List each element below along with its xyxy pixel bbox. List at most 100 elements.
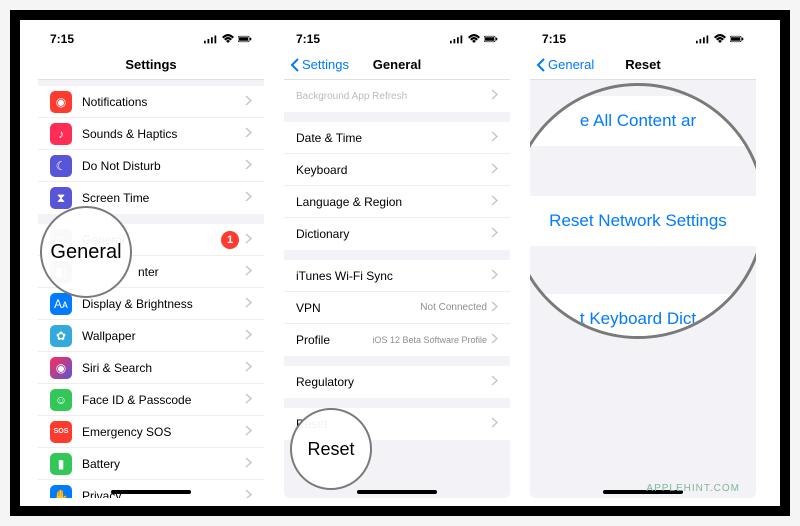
row-dictionary[interactable]: Dictionary <box>284 218 510 250</box>
row-profile-detail: iOS 12 Beta Software Profile <box>372 335 487 345</box>
row-sounds-haptics[interactable]: ♪ Sounds & Haptics <box>38 118 264 150</box>
chevron-right-icon <box>245 159 252 173</box>
chevron-right-icon <box>491 375 498 389</box>
signal-icon <box>450 34 464 44</box>
hand-icon: ✋ <box>50 485 72 498</box>
navbar-title: Settings <box>125 57 176 72</box>
phone-general: 7:15 Settings General Background App Ref… <box>284 28 510 498</box>
general-group-top: Background App Refresh <box>284 80 510 112</box>
chevron-right-icon <box>491 301 498 315</box>
option-reset-keyboard-dict[interactable]: t Keyboard Dict <box>530 294 756 339</box>
display-icon: Aᴀ <box>50 293 72 315</box>
row-control-center[interactable]: ◧ nter <box>38 256 264 288</box>
battery-icon <box>238 34 252 44</box>
row-vpn[interactable]: VPN Not Connected <box>284 292 510 324</box>
row-notifications[interactable]: ◉ Notifications <box>38 86 264 118</box>
home-indicator[interactable] <box>357 490 437 494</box>
signal-icon <box>696 34 710 44</box>
gear-icon: ⚙ <box>50 229 72 251</box>
chevron-left-icon <box>290 58 300 72</box>
back-button[interactable]: Settings <box>290 50 349 79</box>
status-bar: 7:15 <box>530 28 756 50</box>
status-time: 7:15 <box>50 32 74 46</box>
faceid-icon: ☺ <box>50 389 72 411</box>
wifi-icon <box>713 34 727 44</box>
option-erase-all-content[interactable]: e All Content ar <box>530 96 756 146</box>
status-right <box>450 34 498 44</box>
wifi-icon <box>221 34 235 44</box>
chevron-right-icon <box>245 233 252 247</box>
chevron-right-icon <box>245 127 252 141</box>
sos-icon: SOS <box>50 421 72 443</box>
battery-settings-icon: ▮ <box>50 453 72 475</box>
wifi-icon <box>467 34 481 44</box>
navbar: Settings General <box>284 50 510 80</box>
row-battery[interactable]: ▮ Battery <box>38 448 264 480</box>
chevron-right-icon <box>245 425 252 439</box>
back-button[interactable]: General <box>536 50 594 79</box>
chevron-right-icon <box>491 89 498 103</box>
siri-icon: ◉ <box>50 357 72 379</box>
option-reset-network-settings[interactable]: Reset Network Settings <box>530 196 756 246</box>
hourglass-icon: ⧗ <box>50 187 72 209</box>
row-do-not-disturb[interactable]: ☾ Do Not Disturb <box>38 150 264 182</box>
row-reset[interactable]: Reset <box>284 408 510 440</box>
row-regulatory[interactable]: Regulatory <box>284 366 510 398</box>
row-profile[interactable]: Profile iOS 12 Beta Software Profile <box>284 324 510 356</box>
watermark: APPLEHINT.COM <box>646 483 740 494</box>
row-display-brightness[interactable]: Aᴀ Display & Brightness <box>38 288 264 320</box>
row-background-app-refresh[interactable]: Background App Refresh <box>284 80 510 112</box>
row-screen-time[interactable]: ⧗ Screen Time <box>38 182 264 214</box>
chevron-right-icon <box>491 227 498 241</box>
navbar: General Reset <box>530 50 756 80</box>
chevron-right-icon <box>491 333 498 347</box>
general-group-locale: Date & Time Keyboard Language & Region D… <box>284 122 510 250</box>
chevron-right-icon <box>491 163 498 177</box>
row-vpn-detail: Not Connected <box>420 302 487 313</box>
settings-group-general: ⚙ General 1 ◧ nter Aᴀ Display & Brightne… <box>38 224 264 498</box>
flower-icon: ✿ <box>50 325 72 347</box>
row-date-time[interactable]: Date & Time <box>284 122 510 154</box>
row-emergency-sos[interactable]: SOS Emergency SOS <box>38 416 264 448</box>
chevron-right-icon <box>245 265 252 279</box>
chevron-left-icon <box>536 58 546 72</box>
battery-icon <box>730 34 744 44</box>
chevron-right-icon <box>491 195 498 209</box>
battery-icon <box>484 34 498 44</box>
navbar-title: Reset <box>625 57 660 72</box>
row-privacy[interactable]: ✋ Privacy <box>38 480 264 498</box>
chevron-right-icon <box>245 393 252 407</box>
general-group-network: iTunes Wi-Fi Sync VPN Not Connected Prof… <box>284 260 510 356</box>
row-keyboard[interactable]: Keyboard <box>284 154 510 186</box>
status-time: 7:15 <box>542 32 566 46</box>
general-group-reset: Reset <box>284 408 510 440</box>
row-itunes-wifi-sync[interactable]: iTunes Wi-Fi Sync <box>284 260 510 292</box>
row-language-region[interactable]: Language & Region <box>284 186 510 218</box>
speaker-icon: ♪ <box>50 123 72 145</box>
status-bar: 7:15 <box>284 28 510 50</box>
chevron-right-icon <box>245 297 252 311</box>
moon-icon: ☾ <box>50 155 72 177</box>
signal-icon <box>204 34 218 44</box>
status-right <box>204 34 252 44</box>
chevron-right-icon <box>245 457 252 471</box>
row-faceid-passcode[interactable]: ☺ Face ID & Passcode <box>38 384 264 416</box>
phone-settings: 7:15 Settings ◉ Notifications ♪ Sounds &… <box>38 28 264 498</box>
chevron-right-icon <box>245 329 252 343</box>
chevron-right-icon <box>491 269 498 283</box>
status-bar: 7:15 <box>38 28 264 50</box>
bell-icon: ◉ <box>50 91 72 113</box>
chevron-right-icon <box>245 95 252 109</box>
chevron-right-icon <box>245 191 252 205</box>
magnifier-reset-network: e All Content ar Reset Network Settings … <box>530 83 756 339</box>
navbar-title: General <box>373 57 421 72</box>
home-indicator[interactable] <box>111 490 191 494</box>
status-right <box>696 34 744 44</box>
row-wallpaper[interactable]: ✿ Wallpaper <box>38 320 264 352</box>
row-general[interactable]: ⚙ General 1 <box>38 224 264 256</box>
tutorial-frame: 7:15 Settings ◉ Notifications ♪ Sounds &… <box>10 10 790 516</box>
settings-group-notifications: ◉ Notifications ♪ Sounds & Haptics ☾ Do … <box>38 86 264 214</box>
toggle-icon: ◧ <box>50 261 72 283</box>
phone-reset: 7:15 General Reset APPLEHINT.COM e All C… <box>530 28 756 498</box>
row-siri-search[interactable]: ◉ Siri & Search <box>38 352 264 384</box>
